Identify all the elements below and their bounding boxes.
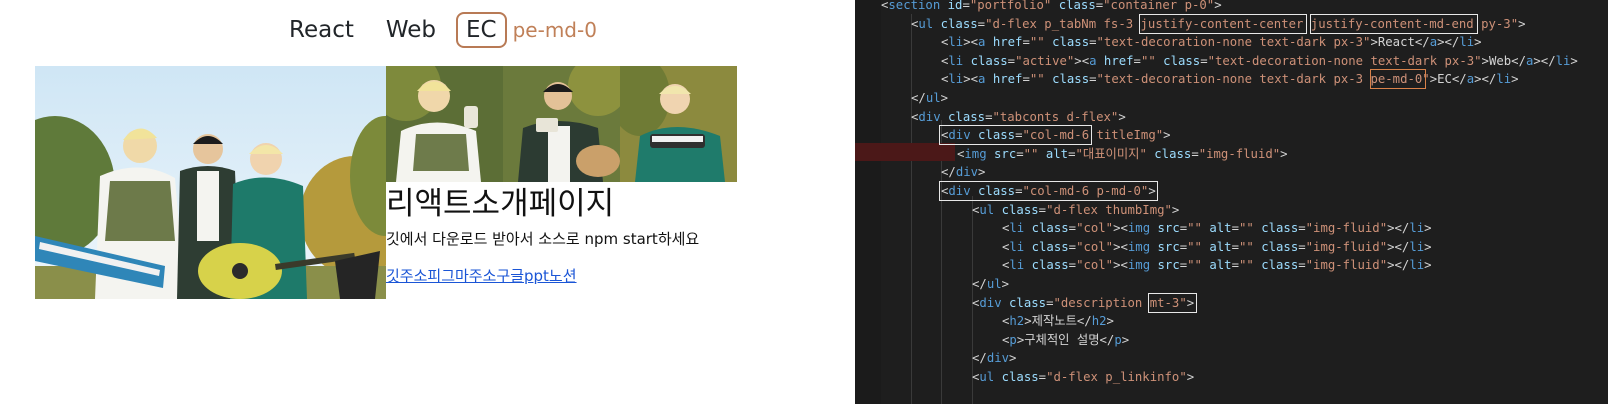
code-line[interactable]: <li class="active"><a href="" class="tex… [941,52,1578,70]
code-line[interactable]: <ul class="d-flex thumbImg"> [972,201,1179,219]
code-line[interactable]: </ul> [972,275,1009,293]
code-line[interactable]: </div> [972,349,1016,367]
code-line[interactable]: </div> [941,163,985,181]
code-line[interactable]: <li class="col"><img src="" alt="" class… [1002,256,1432,274]
rendered-page: React Web EC pe-md-0 리액트소개페이지 깃에서 다운로드 받… [0,0,855,404]
class-annotation-label: pe-md-0 [512,18,597,42]
thumbnail-strip [386,66,737,182]
thumbnail-image[interactable] [503,66,620,182]
code-line[interactable]: <li><a href="" class="text-decoration-no… [941,33,1482,51]
code-line[interactable]: <div class="col-md-6 titleImg"> [939,125,1171,146]
code-line[interactable]: <li class="col"><img src="" alt="" class… [1002,219,1432,237]
code-line[interactable]: <li><a href="" class="text-decoration-no… [941,69,1519,90]
error-highlight [855,143,955,161]
code-line[interactable]: <div class="description mt-3"> [972,292,1197,313]
code-line[interactable]: <ul class="d-flex p_linkinfo"> [972,368,1194,386]
tab-ec[interactable]: EC [456,12,507,48]
thumbnail-image[interactable] [620,66,737,182]
code-line[interactable]: <h2>제작노트</h2> [1002,312,1114,330]
code-line[interactable]: <section id="portfolio" class="container… [881,0,1222,14]
hero-image [35,66,386,299]
code-editor[interactable]: <section id="portfolio" class="container… [855,0,1608,404]
editor-gutter [855,0,881,404]
code-line[interactable]: </ul> [911,89,948,107]
tab-web[interactable]: Web [386,12,436,48]
code-line[interactable]: <div class="tabconts d-flex"> [911,108,1126,126]
thumbnail-image[interactable] [386,66,503,182]
code-line[interactable]: <img src="" alt="대표이미지" class="img-fluid… [957,145,1288,163]
code-line[interactable]: <div class="col-md-6 p-md-0"> [938,181,1159,201]
code-line[interactable]: <li class="col"><img src="" alt="" class… [1002,238,1432,256]
indent-guide [911,14,912,404]
code-line[interactable]: <ul class="d-flex p_tabNm fs-3 justify-c… [911,13,1526,34]
code-line[interactable]: <p>구체적인 설명</p> [1002,331,1129,349]
tab-nav: React Web EC pe-md-0 [289,12,597,48]
description-title: 리액트소개페이지 [386,186,615,222]
description-text: 깃에서 다운로드 받아서 소스로 npm start하세요 [386,230,700,248]
project-links[interactable]: 깃주소피그마주소구글ppt노션 [386,265,577,286]
tab-react[interactable]: React [289,12,354,48]
